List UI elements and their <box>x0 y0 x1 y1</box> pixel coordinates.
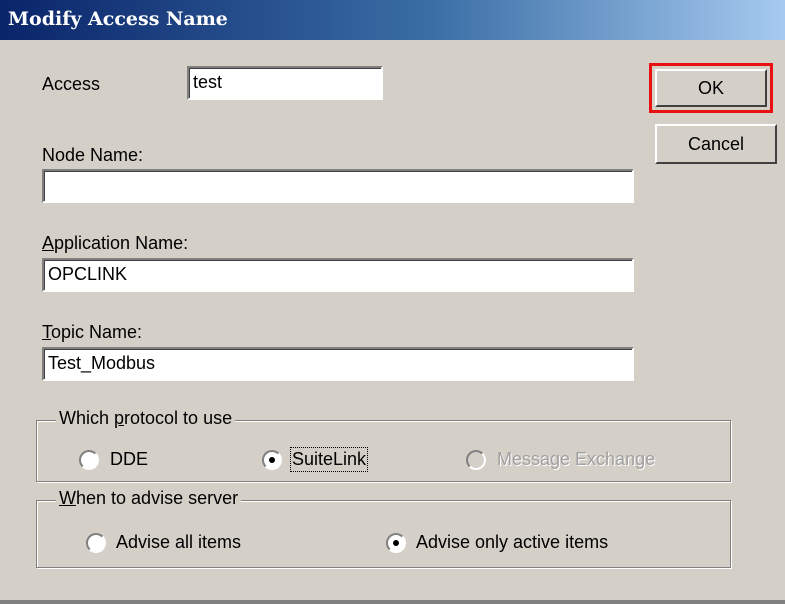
cancel-button[interactable]: Cancel <box>655 124 777 164</box>
dialog-bottom-edge <box>0 600 785 604</box>
topic-name-label: Topic Name: <box>42 322 143 342</box>
window-title: Modify Access Name <box>8 8 228 30</box>
protocol-legend: Which protocol to use <box>56 408 236 429</box>
advise-legend: When to advise server <box>56 488 242 509</box>
ok-button-highlight <box>649 63 773 113</box>
protocol-message-exchange-label: Message Exchange <box>497 449 656 469</box>
advise-all-items-label[interactable]: Advise all items <box>116 532 241 553</box>
protocol-message-exchange-radio <box>466 450 486 470</box>
application-name-input[interactable]: OPCLINK <box>42 258 634 292</box>
node-name-input[interactable] <box>42 169 634 203</box>
protocol-suitelink-radio[interactable] <box>262 450 282 470</box>
title-bar[interactable]: Modify Access Name <box>0 0 785 40</box>
radio-selected-dot <box>269 457 275 463</box>
access-label: Access <box>42 74 101 94</box>
protocol-dde-label[interactable]: DDE <box>110 449 148 470</box>
advise-all-items-radio[interactable] <box>86 533 106 553</box>
protocol-dde-radio[interactable] <box>79 450 99 470</box>
node-name-label: Node Name: <box>42 145 144 165</box>
advise-active-items-radio[interactable] <box>386 533 406 553</box>
modify-access-name-dialog: Modify Access Name Access test OK Cancel… <box>0 0 785 604</box>
radio-selected-dot <box>393 540 399 546</box>
advise-active-items-label[interactable]: Advise only active items <box>416 532 608 553</box>
topic-name-input[interactable]: Test_Modbus <box>42 347 634 381</box>
access-input[interactable]: test <box>187 66 383 100</box>
protocol-suitelink-label[interactable]: SuiteLink <box>289 447 369 472</box>
application-name-label: Application Name: <box>42 233 189 253</box>
